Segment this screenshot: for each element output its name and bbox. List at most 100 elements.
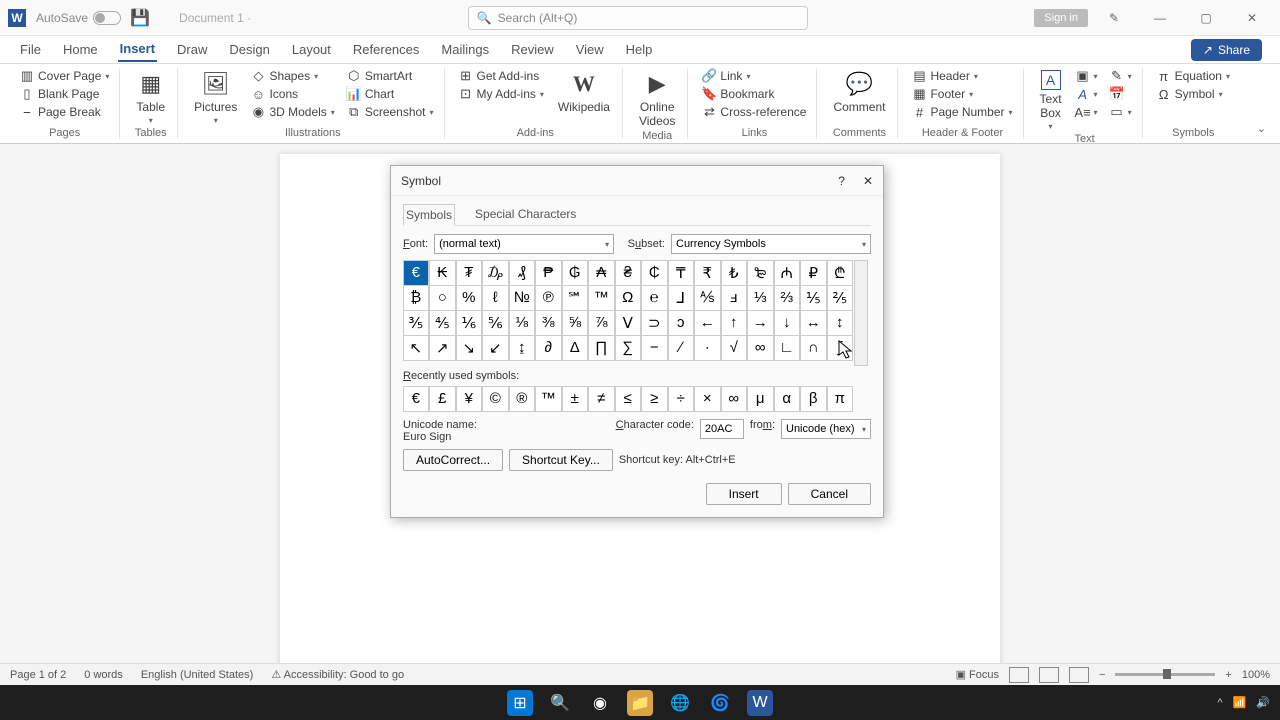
symbol-cell[interactable]: ™ — [588, 285, 615, 311]
tab-review[interactable]: Review — [509, 38, 556, 61]
symbol-cell[interactable]: ↄ — [668, 310, 695, 336]
shapes-button[interactable]: ◇Shapes▾ — [249, 68, 336, 84]
symbol-cell[interactable]: ← — [694, 310, 721, 336]
symbol-cell[interactable]: ⅖ — [827, 285, 854, 311]
search-taskbar-icon[interactable]: 🔍 — [547, 690, 573, 716]
symbol-cell[interactable]: ₸ — [668, 260, 695, 286]
symbol-cell[interactable]: ⊃ — [641, 310, 668, 336]
symbol-cell[interactable]: ⅞ — [588, 310, 615, 336]
language-status[interactable]: English (United States) — [141, 669, 254, 681]
comment-button[interactable]: 💬Comment — [829, 68, 889, 116]
accessibility-status[interactable]: ⚠ Accessibility: Good to go — [271, 668, 404, 681]
tab-design[interactable]: Design — [227, 38, 271, 61]
symbol-button[interactable]: ΩSymbol▾ — [1155, 86, 1232, 102]
shortcut-key-button[interactable]: Shortcut Key... — [509, 449, 613, 471]
toggle-switch[interactable] — [93, 11, 121, 25]
wifi-icon[interactable]: 📶 — [1233, 696, 1247, 709]
recent-symbol-cell[interactable]: ≠ — [588, 386, 615, 412]
recent-symbol-cell[interactable]: β — [800, 386, 827, 412]
symbol-cell[interactable]: ₵ — [641, 260, 668, 286]
symbol-cell[interactable]: ₽ — [800, 260, 827, 286]
print-layout-button[interactable] — [1039, 667, 1059, 683]
recent-symbol-cell[interactable]: ÷ — [668, 386, 695, 412]
symbol-cell[interactable]: ₱ — [535, 260, 562, 286]
symbol-cell[interactable]: ∕ — [668, 335, 695, 361]
symbol-cell[interactable]: ⅙ — [456, 310, 483, 336]
table-button[interactable]: ▦Table▾ — [132, 68, 169, 127]
symbol-cell[interactable]: ⅘ — [429, 310, 456, 336]
help-button[interactable]: ? — [838, 174, 845, 188]
zoom-slider[interactable] — [1115, 673, 1215, 676]
datetime-button[interactable]: 📅 — [1108, 86, 1134, 102]
page-break-button[interactable]: ⎯Page Break — [18, 104, 111, 120]
symbol-cell[interactable]: % — [456, 285, 483, 311]
smartart-button[interactable]: ⬡SmartArt — [345, 68, 436, 84]
recent-symbol-cell[interactable]: ∞ — [721, 386, 748, 412]
tab-layout[interactable]: Layout — [290, 38, 333, 61]
tab-help[interactable]: Help — [624, 38, 655, 61]
symbol-cell[interactable]: ∫ — [827, 335, 854, 361]
close-dialog-button[interactable]: ✕ — [863, 174, 873, 188]
symbol-cell[interactable]: ₯ — [482, 260, 509, 286]
symbol-cell[interactable]: ⅚ — [482, 310, 509, 336]
symbol-cell[interactable]: ℠ — [562, 285, 589, 311]
tab-file[interactable]: File — [18, 38, 43, 61]
word-count[interactable]: 0 words — [84, 669, 123, 681]
symbol-cell[interactable]: ℗ — [535, 285, 562, 311]
recent-symbol-cell[interactable]: ≥ — [641, 386, 668, 412]
recent-symbol-cell[interactable]: μ — [747, 386, 774, 412]
autosave-toggle[interactable]: AutoSave — [36, 11, 121, 25]
cross-ref-button[interactable]: ⇄Cross-reference — [700, 104, 808, 120]
get-addins-button[interactable]: ⊞Get Add-ins — [457, 68, 546, 84]
object-button[interactable]: ▭▾ — [1108, 104, 1134, 120]
tab-draw[interactable]: Draw — [175, 38, 209, 61]
chevron-up-icon[interactable]: ^ — [1217, 697, 1222, 709]
from-select[interactable]: Unicode (hex)▾ — [781, 419, 871, 439]
recent-symbol-cell[interactable]: © — [482, 386, 509, 412]
symbol-cell[interactable]: ⅛ — [509, 310, 536, 336]
font-select[interactable]: (normal text)▾ — [434, 234, 614, 254]
symbol-cell[interactable]: ⅕ — [800, 285, 827, 311]
wikipedia-button[interactable]: WWikipedia — [554, 68, 614, 116]
word-icon[interactable]: W — [747, 690, 773, 716]
3d-models-button[interactable]: ◉3D Models▾ — [249, 104, 336, 120]
symbol-cell[interactable]: ₼ — [774, 260, 801, 286]
symbol-cell[interactable]: ∩ — [800, 335, 827, 361]
symbol-cell[interactable]: ₻ — [747, 260, 774, 286]
page-status[interactable]: Page 1 of 2 — [10, 669, 66, 681]
cancel-button[interactable]: Cancel — [788, 483, 871, 505]
symbol-cell[interactable]: ↕ — [827, 310, 854, 336]
symbol-cell[interactable]: Ⅴ — [615, 310, 642, 336]
symbol-cell[interactable]: ↑ — [721, 310, 748, 336]
recent-symbol-cell[interactable]: ± — [562, 386, 589, 412]
wordart-button[interactable]: A▾ — [1074, 86, 1100, 102]
tab-mailings[interactable]: Mailings — [439, 38, 491, 61]
symbol-cell[interactable]: ↖ — [403, 335, 430, 361]
symbol-cell[interactable]: → — [747, 310, 774, 336]
symbol-cell[interactable]: ↙ — [482, 335, 509, 361]
read-mode-button[interactable] — [1009, 667, 1029, 683]
symbol-cell[interactable]: ↗ — [429, 335, 456, 361]
symbol-cell[interactable]: ∙ — [694, 335, 721, 361]
recent-symbol-cell[interactable]: π — [827, 386, 854, 412]
save-icon[interactable]: 💾 — [131, 9, 149, 27]
symbol-cell[interactable]: ₮ — [456, 260, 483, 286]
recent-symbol-cell[interactable]: ™ — [535, 386, 562, 412]
dropcap-button[interactable]: A≡▾ — [1074, 104, 1100, 120]
collapse-ribbon-button[interactable]: ⌄ — [1253, 118, 1270, 139]
tab-view[interactable]: View — [574, 38, 606, 61]
taskview-icon[interactable]: ◉ — [587, 690, 613, 716]
document-name[interactable]: Document 1 · — [179, 11, 251, 25]
symbol-cell[interactable]: ⅍ — [694, 285, 721, 311]
recent-symbol-cell[interactable]: ¥ — [456, 386, 483, 412]
subset-select[interactable]: Currency Symbols▾ — [671, 234, 871, 254]
charcode-input[interactable] — [700, 419, 744, 439]
symbol-cell[interactable]: ↘ — [456, 335, 483, 361]
symbol-cell[interactable]: ₰ — [509, 260, 536, 286]
symbol-cell[interactable]: ₿ — [403, 285, 430, 311]
recent-symbol-cell[interactable]: £ — [429, 386, 456, 412]
symbol-cell[interactable]: ∂ — [535, 335, 562, 361]
recent-symbol-cell[interactable]: € — [403, 386, 430, 412]
icons-button[interactable]: ☺Icons — [249, 86, 336, 102]
page-number-button[interactable]: #Page Number▾ — [910, 104, 1014, 120]
